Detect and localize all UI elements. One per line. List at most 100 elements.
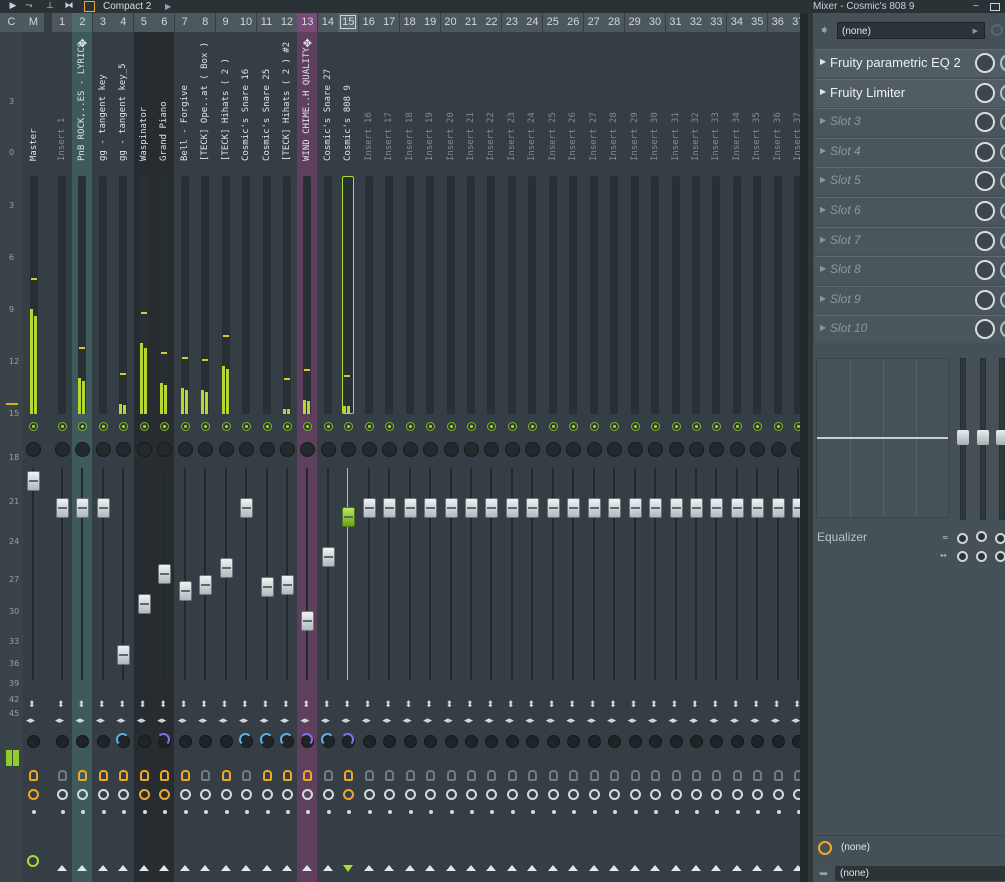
pan-knob[interactable] (648, 442, 664, 457)
swap-channels-icon[interactable]: ◂▸ (791, 716, 800, 726)
chevron-right-icon[interactable]: ▶ (820, 57, 826, 66)
track-number[interactable]: 31 (665, 13, 686, 32)
track-number[interactable]: 22 (481, 13, 502, 32)
stereo-separation-icon[interactable]: ⬍ (691, 700, 699, 710)
track-enable-led[interactable] (364, 422, 374, 431)
effect-slot-5[interactable]: ▶ Slot 5 (815, 167, 1005, 196)
slot-enable-toggle[interactable] (1000, 54, 1005, 72)
send-knob[interactable] (424, 735, 438, 748)
track-name[interactable]: Insert 31 (666, 53, 686, 171)
clock-icon[interactable] (752, 789, 764, 800)
clock-icon[interactable] (404, 789, 416, 800)
record-dot[interactable] (470, 810, 474, 814)
stereo-separation-icon[interactable]: ⬍ (548, 700, 556, 710)
slot-enable-toggle[interactable] (1000, 142, 1005, 161)
swap-channels-icon[interactable]: ◂▸ (96, 716, 105, 726)
lightbulb-icon[interactable] (712, 770, 722, 781)
volume-fader[interactable] (56, 498, 69, 518)
lightbulb-icon[interactable] (282, 770, 292, 781)
swap-channels-icon[interactable]: ◂▸ (505, 716, 514, 726)
route-down-icon[interactable] (343, 865, 354, 872)
track-name[interactable]: Insert 32 (686, 53, 706, 171)
track-name[interactable]: Insert 30 (645, 53, 665, 171)
lightbulb-icon[interactable] (160, 770, 170, 781)
track-name[interactable]: PnB ROCK,..ES - LYRICS (72, 42, 92, 171)
chevron-right-icon[interactable]: ▶ (820, 205, 826, 214)
volume-fader[interactable] (567, 498, 581, 518)
volume-fader[interactable] (444, 498, 458, 518)
track-name[interactable]: Insert 23 (502, 53, 522, 171)
track-enable-led[interactable] (589, 422, 599, 431)
volume-fader[interactable] (219, 558, 233, 578)
record-dot[interactable] (490, 810, 495, 814)
lightbulb-icon[interactable] (119, 770, 129, 781)
pan-knob[interactable] (443, 442, 459, 457)
pan-knob[interactable] (750, 442, 766, 457)
output-select[interactable]: (none) (835, 866, 1005, 881)
chevron-right-icon[interactable]: ▶ (820, 235, 826, 244)
effect-slot-10[interactable]: ▶ Slot 10 (815, 315, 1005, 344)
track-number[interactable]: 36 (767, 13, 788, 32)
swap-channels-icon[interactable]: ◂▸ (750, 716, 759, 726)
track-number[interactable]: 16 (358, 13, 379, 32)
swap-channels-icon[interactable]: ◂▸ (198, 716, 207, 726)
track-number[interactable]: 6 (154, 13, 175, 32)
track-number[interactable]: 28 (604, 13, 625, 32)
send-knob[interactable] (546, 735, 560, 748)
layout-preset-icon[interactable] (84, 1, 95, 12)
mixer-track-11[interactable]: 11 Cosmic's Snare 25 ⬍ ◂▸ (256, 13, 277, 882)
record-dot[interactable] (245, 810, 250, 814)
swap-channels-icon[interactable]: ◂▸ (628, 716, 637, 726)
send-knob[interactable] (628, 735, 642, 748)
lightbulb-icon[interactable] (691, 770, 701, 781)
slot-enable-toggle[interactable] (1000, 261, 1005, 280)
clock-icon[interactable] (322, 789, 334, 800)
send-knob[interactable] (669, 735, 683, 748)
track-number[interactable]: 5 (133, 13, 154, 32)
route-up-icon[interactable] (302, 865, 313, 871)
track-number[interactable]: 11 (256, 13, 277, 32)
slot-enable-toggle[interactable] (1000, 83, 1005, 102)
eq-freq-knob-high[interactable] (995, 533, 1005, 544)
record-dot[interactable] (326, 810, 331, 814)
route-up-icon[interactable] (77, 865, 88, 871)
track-name[interactable]: Insert 24 (522, 53, 542, 171)
track-enable-led[interactable] (487, 422, 497, 431)
route-up-icon[interactable] (527, 865, 538, 871)
mix-level-knob[interactable] (975, 260, 995, 281)
track-number[interactable]: 2 (72, 13, 93, 32)
stereo-separation-icon[interactable]: ⬍ (589, 700, 597, 710)
lightbulb-icon[interactable] (29, 770, 38, 781)
record-dot[interactable] (183, 810, 188, 814)
slot-enable-toggle[interactable] (1000, 290, 1005, 309)
volume-fader[interactable] (27, 471, 40, 491)
effect-slot-6[interactable]: ▶ Slot 6 (815, 197, 1005, 225)
volume-fader[interactable] (158, 564, 172, 584)
pan-knob[interactable] (320, 442, 336, 457)
clock-icon[interactable] (629, 789, 641, 800)
lightbulb-icon[interactable] (732, 770, 742, 781)
clock-icon[interactable] (57, 789, 68, 800)
mixer-track-29[interactable]: 29 Insert 29 ⬍ ◂▸ (624, 13, 645, 882)
pan-knob[interactable] (770, 442, 786, 457)
swap-channels-icon[interactable]: ◂▸ (75, 716, 84, 726)
route-up-icon[interactable] (650, 865, 661, 871)
swap-channels-icon[interactable]: ◂▸ (280, 716, 289, 726)
mixer-track-1[interactable]: 1 Insert 1 ⬍ ◂▸ (52, 13, 72, 882)
clock-icon[interactable] (281, 789, 293, 800)
swap-channels-icon[interactable]: ◂▸ (157, 716, 166, 726)
mixer-track-33[interactable]: 33 Insert 33 ⬍ ◂▸ (706, 13, 727, 882)
track-enable-led[interactable] (712, 422, 722, 431)
route-up-icon[interactable] (281, 865, 292, 871)
lightbulb-icon[interactable] (262, 770, 272, 781)
track-number[interactable]: 13 (297, 13, 318, 32)
send-knob[interactable] (27, 735, 40, 748)
swap-channels-icon[interactable]: ◂▸ (362, 716, 371, 726)
record-dot[interactable] (572, 810, 577, 814)
send-knob[interactable] (751, 735, 765, 748)
lightbulb-icon[interactable] (528, 770, 538, 781)
volume-fader[interactable] (178, 581, 192, 601)
pan-knob[interactable] (607, 442, 623, 457)
route-up-icon[interactable] (261, 865, 272, 871)
chevron-right-icon[interactable]: ▶ (820, 294, 826, 303)
